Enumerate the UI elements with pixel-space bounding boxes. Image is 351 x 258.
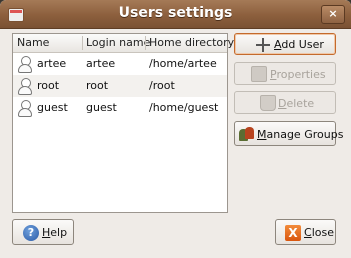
cell-home: /home/guest: [149, 101, 219, 114]
cell-login: artee: [86, 57, 116, 70]
trash-icon: [260, 95, 276, 111]
user-icon: [18, 56, 32, 73]
cell-login: guest: [86, 101, 117, 114]
table-row[interactable]: artee artee /home/artee: [13, 53, 227, 75]
table-row[interactable]: root root /root: [13, 75, 227, 97]
list-header: Name Login name Home directory: [13, 34, 234, 53]
properties-icon: [251, 66, 267, 82]
add-user-button[interactable]: Add User: [234, 33, 336, 55]
cell-name: guest: [37, 101, 68, 114]
close-mnemonic: C: [304, 226, 312, 239]
cell-home: /home/artee: [149, 57, 217, 70]
window-title: Users settings: [118, 5, 233, 21]
cell-login: root: [86, 79, 109, 92]
user-icon: [18, 78, 32, 95]
add-user-label: dd User: [281, 38, 324, 51]
users-settings-window: Users settings × Name Login name Home di…: [0, 0, 351, 258]
close-label: lose: [311, 226, 334, 239]
delete-label: elete: [286, 97, 315, 110]
cell-name: root: [37, 79, 60, 92]
cell-home: /root: [149, 79, 175, 92]
table-row[interactable]: guest guest /home/guest: [13, 97, 227, 119]
close-button[interactable]: X Close: [275, 219, 336, 245]
user-icon: [18, 100, 32, 117]
users-list[interactable]: Name Login name Home directory artee art…: [12, 33, 234, 213]
column-header-home-directory[interactable]: Home directory: [149, 36, 234, 49]
titlebar[interactable]: Users settings ×: [0, 0, 351, 29]
cell-name: artee: [37, 57, 67, 70]
help-label: elp: [50, 226, 68, 239]
help-button[interactable]: ? Help: [12, 219, 74, 245]
manage-groups-button[interactable]: Manage Groups: [234, 121, 343, 146]
column-separator: [145, 36, 146, 50]
manage-groups-label: anage Groups: [266, 128, 344, 141]
plus-icon: [255, 37, 271, 53]
users-group-icon: [239, 126, 255, 142]
properties-button[interactable]: Properties: [234, 62, 336, 85]
window-close-button[interactable]: ×: [321, 5, 345, 24]
column-separator: [82, 36, 83, 50]
column-header-login-name[interactable]: Login name: [86, 36, 150, 49]
close-icon: X: [285, 225, 301, 241]
properties-label: roperties: [276, 68, 326, 81]
delete-button[interactable]: Delete: [234, 91, 336, 114]
manage-groups-mnemonic: M: [257, 128, 267, 141]
column-header-name[interactable]: Name: [17, 36, 49, 49]
help-icon: ?: [23, 225, 39, 241]
